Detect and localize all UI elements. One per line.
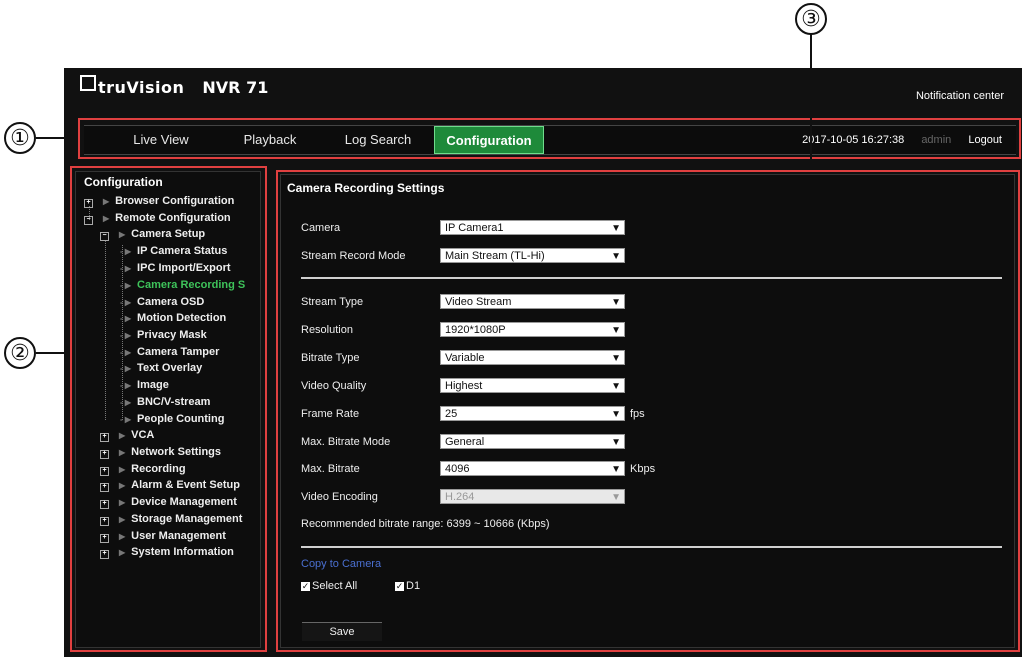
- highlight-box-sidebar: [70, 166, 267, 652]
- notification-center-link[interactable]: Notification center: [916, 90, 1004, 102]
- callout-3: ③: [795, 3, 827, 35]
- callout-line: [810, 34, 812, 170]
- callout-1: ①: [4, 122, 36, 154]
- brand-name: truVision: [98, 77, 185, 97]
- callout-2: ②: [4, 337, 36, 369]
- model-name: NVR 71: [202, 77, 269, 97]
- app-logo: truVision NVR 71: [80, 74, 268, 100]
- highlight-box-nav: [78, 118, 1021, 159]
- callout-line: [36, 137, 78, 139]
- highlight-box-settings: [276, 170, 1020, 652]
- logo-mark-icon: [80, 75, 96, 91]
- callout-line: [36, 352, 70, 354]
